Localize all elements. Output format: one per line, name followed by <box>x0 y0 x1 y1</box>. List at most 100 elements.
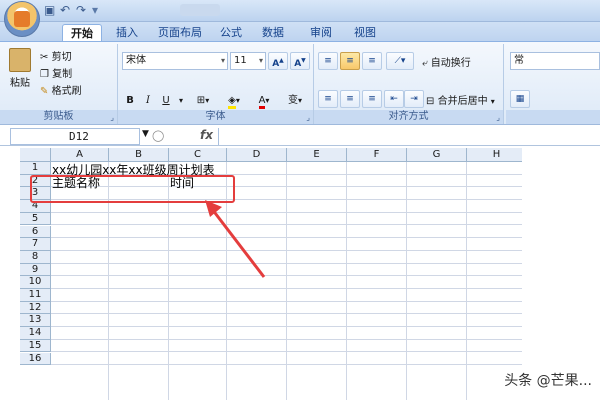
row-header-15[interactable]: 15 <box>20 339 51 353</box>
office-logo-icon <box>14 11 30 27</box>
phonetic-label: 变 <box>287 95 298 106</box>
shrink-font-button[interactable]: A▼ <box>290 52 310 70</box>
tab-data[interactable]: 数据 <box>254 24 292 42</box>
watermark: 头条 @芒果... <box>504 373 592 389</box>
column-header-g[interactable]: G <box>407 148 467 162</box>
brush-icon: ✎ <box>40 86 49 97</box>
undo-icon[interactable]: ↶ <box>60 3 70 17</box>
row-header-10[interactable]: 10 <box>20 276 51 289</box>
tab-home[interactable]: 开始 <box>62 24 102 42</box>
row-header-11[interactable]: 11 <box>20 289 51 302</box>
arrow-annotation <box>205 200 266 278</box>
scissors-icon: ✂ <box>40 52 49 63</box>
chevron-down-icon: ▾ <box>220 56 225 65</box>
wrap-text-button[interactable]: ⤶ 自动换行 <box>422 54 471 69</box>
tab-review[interactable]: 审阅 <box>302 24 340 42</box>
fill-color-button[interactable]: ◈▾ <box>220 91 248 109</box>
paste-icon <box>9 48 31 72</box>
table-row <box>51 289 522 302</box>
increase-indent-button[interactable]: ⇥ <box>404 90 424 108</box>
paste-button[interactable]: 粘贴 <box>6 48 34 92</box>
clipboard-title: 剪贴板 <box>0 110 117 124</box>
font-size-value: 11 <box>234 55 247 66</box>
column-header-e[interactable]: E <box>287 148 347 162</box>
number-format-combo[interactable]: 常 <box>510 52 600 70</box>
name-box[interactable]: D12 <box>10 128 140 145</box>
borders-icon: ⊞ <box>196 95 206 106</box>
align-left-button[interactable]: ≡ <box>318 90 338 108</box>
row-header-16[interactable]: 16 <box>20 352 51 366</box>
merge-center-button[interactable]: ⊟ 合并后居中 ▾ <box>426 92 495 107</box>
column-header-d[interactable]: D <box>227 148 287 162</box>
align-middle-button[interactable]: ≡ <box>340 52 360 70</box>
ribbon: 粘贴 ✂ 剪切 ❐ 复制 ✎ 格式刷 剪贴板 ⌟ 宋体 ▾ 11 ▾ A▲ A▼ B… <box>0 41 600 125</box>
tab-insert[interactable]: 插入 <box>108 24 146 42</box>
customize-qat-icon[interactable]: ▾ <box>92 3 98 17</box>
italic-button[interactable]: I <box>140 91 156 109</box>
insert-function-icon[interactable]: fx <box>200 128 213 142</box>
decrease-indent-button[interactable]: ⇤ <box>384 90 404 108</box>
left-margin <box>0 162 20 400</box>
font-name-combo[interactable]: 宋体 ▾ <box>122 52 228 70</box>
title-bar: ▣ ↶ ↷ ▾ <box>0 0 600 37</box>
table-row <box>51 238 522 251</box>
chevron-down-icon[interactable]: ▼ <box>142 129 149 139</box>
bold-button[interactable]: B <box>122 91 138 109</box>
row-header-12[interactable]: 12 <box>20 301 51 315</box>
cut-label: 剪切 <box>51 52 72 63</box>
font-title: 字体 <box>118 110 313 124</box>
fill-color-icon: ◈ <box>228 95 236 109</box>
tab-page-layout[interactable]: 页面布局 <box>150 24 210 42</box>
align-bottom-button[interactable]: ≡ <box>362 52 382 70</box>
row-header-8[interactable]: 8 <box>20 250 51 264</box>
font-name-value: 宋体 <box>126 55 146 66</box>
underline-dropdown[interactable]: ▾ <box>176 91 186 109</box>
copy-button[interactable]: ❐ 复制 <box>40 65 72 80</box>
cut-button[interactable]: ✂ 剪切 <box>40 48 72 63</box>
table-row <box>51 314 522 328</box>
table-row <box>51 302 522 315</box>
underline-button[interactable]: U <box>158 91 174 109</box>
copy-icon: ❐ <box>40 69 49 80</box>
row-header-14[interactable]: 14 <box>20 327 51 340</box>
save-icon[interactable]: ▣ <box>44 3 55 17</box>
column-header-b[interactable]: B <box>109 148 169 162</box>
copy-label: 复制 <box>52 69 73 80</box>
font-color-button[interactable]: A▾ <box>250 91 278 109</box>
phonetic-button[interactable]: 变▾ <box>282 91 308 109</box>
orientation-button[interactable]: ⟋▾ <box>386 52 414 70</box>
column-header-h[interactable]: H <box>467 148 522 162</box>
column-header-a[interactable]: A <box>51 148 109 162</box>
align-right-button[interactable]: ≡ <box>362 90 382 108</box>
font-group: 宋体 ▾ 11 ▾ A▲ A▼ B I U ▾ ⊞▾ ◈▾ A▾ 变▾ 字体 ⌟ <box>118 44 314 124</box>
borders-button[interactable]: ⊞▾ <box>190 91 216 109</box>
row-header-13[interactable]: 13 <box>20 314 51 328</box>
number-format-value: 常 <box>514 55 524 66</box>
column-header-c[interactable]: C <box>169 148 227 162</box>
format-painter-button[interactable]: ✎ 格式刷 <box>40 82 82 97</box>
formula-input[interactable] <box>218 128 600 145</box>
row-header-7[interactable]: 7 <box>20 238 51 251</box>
ribbon-tabs: 开始 插入 页面布局 公式 数据 审阅 视图 <box>0 22 600 42</box>
row-header-1[interactable]: 1 <box>20 162 51 175</box>
accounting-format-button[interactable]: ▦ <box>510 90 530 108</box>
row-header-5[interactable]: 5 <box>20 212 51 226</box>
select-all-corner[interactable] <box>20 148 51 162</box>
align-top-button[interactable]: ≡ <box>318 52 338 70</box>
column-header-f[interactable]: F <box>347 148 407 162</box>
dialog-launcher-icon[interactable]: ⌟ <box>110 113 114 122</box>
paste-label: 粘贴 <box>10 78 30 89</box>
grow-font-button[interactable]: A▲ <box>268 52 288 70</box>
tab-view[interactable]: 视图 <box>346 24 384 42</box>
office-button[interactable] <box>4 1 40 37</box>
dialog-launcher-icon[interactable]: ⌟ <box>306 113 310 122</box>
alignment-group: ≡ ≡ ≡ ⟋▾ ⤶ 自动换行 ≡ ≡ ≡ ⇤ ⇥ ⊟ 合并后居中 ▾ 对齐方式… <box>314 44 504 124</box>
row-header-6[interactable]: 6 <box>20 225 51 239</box>
dialog-launcher-icon[interactable]: ⌟ <box>496 113 500 122</box>
tab-formulas[interactable]: 公式 <box>212 24 250 42</box>
redo-icon[interactable]: ↷ <box>76 3 86 17</box>
row-header-9[interactable]: 9 <box>20 263 51 277</box>
align-center-button[interactable]: ≡ <box>340 90 360 108</box>
font-size-combo[interactable]: 11 ▾ <box>230 52 266 70</box>
table-row <box>51 276 522 289</box>
